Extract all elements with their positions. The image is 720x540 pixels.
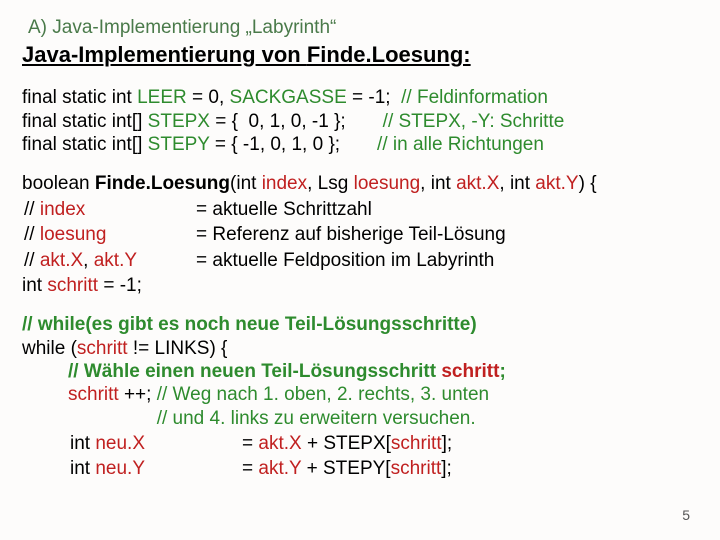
desc: = aktuelle Schrittzahl bbox=[196, 198, 506, 221]
page-number: 5 bbox=[682, 507, 690, 524]
eq: = bbox=[242, 433, 258, 454]
txt: ) { bbox=[579, 173, 597, 194]
title-part-a: Java-Implementierung von bbox=[22, 42, 307, 67]
param-akty: akt.Y bbox=[535, 173, 578, 194]
dir-comment-2: schritt ++; // und 4. links zu erweitern… bbox=[22, 407, 702, 430]
txt: = 0, bbox=[187, 87, 230, 108]
kw: int bbox=[22, 275, 47, 296]
local-var-decl: int schritt = -1; bbox=[22, 274, 702, 297]
txt: = -1; bbox=[98, 275, 142, 296]
slide-header: A) Java-Implementierung „Labyrinth“ bbox=[28, 16, 702, 39]
comma: , bbox=[83, 250, 94, 271]
kw: int bbox=[70, 458, 95, 479]
id-sackgasse: SACKGASSE bbox=[230, 87, 347, 108]
txt: ]; bbox=[441, 458, 452, 479]
txt: ]; bbox=[442, 433, 453, 454]
cm: // Wähle einen neuen Teil-Lösungsschritt bbox=[68, 361, 441, 382]
id-leer: LEER bbox=[137, 87, 187, 108]
id: schritt bbox=[391, 458, 442, 479]
cm: // Weg nach 1. oben, 2. rechts, 3. unten bbox=[157, 384, 489, 405]
txt: while ( bbox=[22, 338, 77, 359]
txt: , Lsg bbox=[307, 173, 353, 194]
cm: ; bbox=[499, 361, 505, 382]
param-row-index: // index = aktuelle Schrittzahl bbox=[24, 198, 506, 221]
cm: // bbox=[24, 224, 40, 245]
title-part-b: Finde.Loesung: bbox=[307, 42, 471, 67]
param-desc-table: // index = aktuelle Schrittzahl // loesu… bbox=[22, 196, 508, 274]
param-index: index bbox=[262, 173, 307, 194]
id-stepx: STEPX bbox=[148, 111, 210, 132]
param-loesung: loesung bbox=[354, 173, 421, 194]
id: schritt bbox=[391, 433, 442, 454]
slide-title: Java-Implementierung von Finde.Loesung: bbox=[22, 41, 702, 68]
txt: , int bbox=[499, 173, 535, 194]
desc: = Referenz auf bisherige Teil-Lösung bbox=[196, 223, 506, 246]
cm: // bbox=[24, 199, 40, 220]
id: index bbox=[40, 199, 85, 220]
txt: , int bbox=[420, 173, 456, 194]
kw: int bbox=[70, 433, 95, 454]
kw: boolean bbox=[22, 173, 95, 194]
neux-row: int neu.X = akt.X + STEPX[schritt]; bbox=[70, 432, 452, 455]
txt: ++; bbox=[119, 384, 157, 405]
txt: = { -1, 0, 1, 0 }; bbox=[210, 134, 377, 155]
param-row-loesung: // loesung = Referenz auf bisherige Teil… bbox=[24, 223, 506, 246]
id: schritt bbox=[77, 338, 128, 359]
declarations-block: final static int LEER = 0, SACKGASSE = -… bbox=[22, 86, 702, 156]
neu-assign-table: int neu.X = akt.X + STEPX[schritt]; int … bbox=[22, 430, 454, 483]
kw: final static int[] bbox=[22, 111, 148, 132]
id: akt.Y bbox=[258, 458, 301, 479]
txt: + STEPX[ bbox=[302, 433, 391, 454]
param-aktx: akt.X bbox=[456, 173, 499, 194]
id: akt.X bbox=[258, 433, 301, 454]
txt: (int bbox=[230, 173, 262, 194]
cm: // und 4. links zu erweitern versuchen. bbox=[157, 408, 476, 429]
choose-comment: // Wähle einen neuen Teil-Lösungsschritt… bbox=[22, 360, 702, 383]
decl-line-1: final static int LEER = 0, SACKGASSE = -… bbox=[22, 86, 702, 109]
schritt-inc-line: schritt ++; // Weg nach 1. oben, 2. rech… bbox=[22, 383, 702, 406]
method-name: Finde.Loesung bbox=[95, 173, 230, 194]
comment: // Feldinformation bbox=[401, 87, 548, 108]
id-neux: neu.X bbox=[95, 433, 145, 454]
txt: + STEPY[ bbox=[301, 458, 390, 479]
while-comment: // while(es gibt es noch neue Teil-Lösun… bbox=[22, 313, 702, 336]
cm: // bbox=[24, 250, 40, 271]
method-signature: boolean Finde.Loesung(int index, Lsg loe… bbox=[22, 172, 702, 195]
comment: // STEPX, -Y: Schritte bbox=[383, 111, 565, 132]
desc: = aktuelle Feldposition im Labyrinth bbox=[196, 249, 506, 272]
id: akt.X bbox=[40, 250, 83, 271]
eq: = bbox=[242, 458, 258, 479]
comment: // in alle Richtungen bbox=[377, 134, 544, 155]
decl-line-2: final static int[] STEPX = { 0, 1, 0, -1… bbox=[22, 110, 702, 133]
id: schritt bbox=[68, 384, 119, 405]
kw: final static int bbox=[22, 87, 137, 108]
id: akt.Y bbox=[94, 250, 137, 271]
signature-block: boolean Finde.Loesung(int index, Lsg loe… bbox=[22, 172, 702, 297]
neuy-row: int neu.Y = akt.Y + STEPY[schritt]; bbox=[70, 457, 452, 480]
param-row-akt: // akt.X, akt.Y = aktuelle Feldposition … bbox=[24, 249, 506, 272]
while-line: while (schritt != LINKS) { bbox=[22, 337, 702, 360]
id-neuy: neu.Y bbox=[95, 458, 145, 479]
id-schritt: schritt bbox=[47, 275, 98, 296]
id-stepy: STEPY bbox=[148, 134, 210, 155]
decl-line-3: final static int[] STEPY = { -1, 0, 1, 0… bbox=[22, 133, 702, 156]
kw: final static int[] bbox=[22, 134, 148, 155]
body-block: // while(es gibt es noch neue Teil-Lösun… bbox=[22, 313, 702, 483]
txt: = -1; bbox=[347, 87, 401, 108]
txt: = { 0, 1, 0, -1 }; bbox=[210, 111, 383, 132]
id: schritt bbox=[441, 361, 499, 382]
id: loesung bbox=[40, 224, 107, 245]
txt: != LINKS) { bbox=[128, 338, 228, 359]
